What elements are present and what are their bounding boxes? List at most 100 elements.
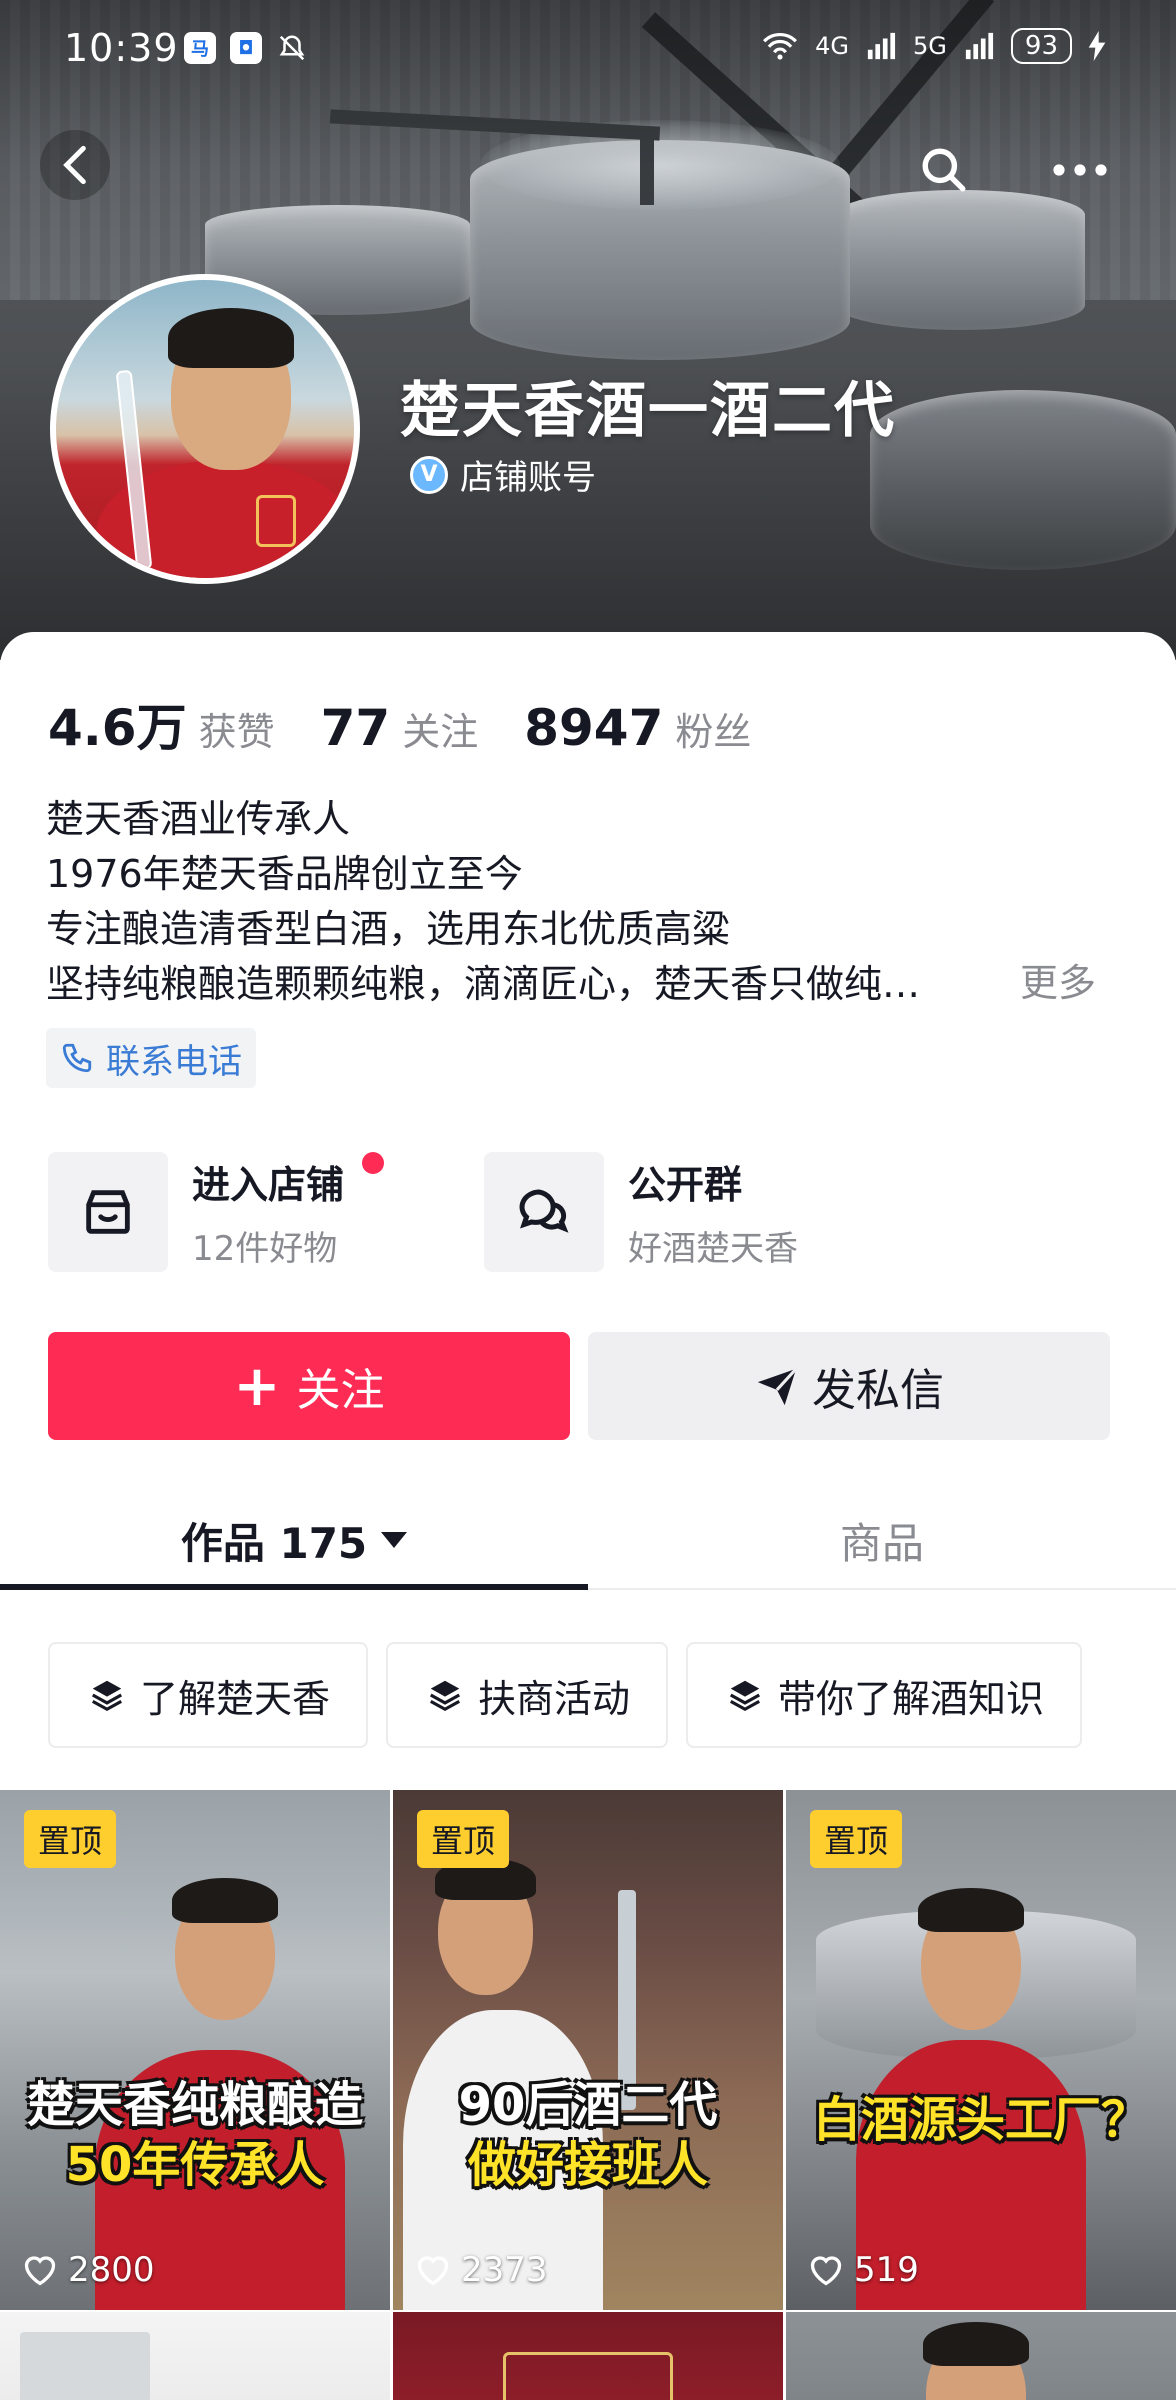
verify-row: V 店铺账号 bbox=[410, 450, 596, 499]
stat-number: 77 bbox=[320, 699, 391, 757]
bio-line: 楚天香酒业传承人 bbox=[46, 797, 351, 841]
contact-label: 联系电话 bbox=[106, 1041, 242, 1082]
video-caption: 做好接班人 bbox=[467, 2137, 708, 2193]
search-button[interactable] bbox=[912, 138, 976, 202]
heart-icon bbox=[24, 2256, 56, 2286]
follow-label: 关注 bbox=[296, 1365, 385, 1416]
video-tile[interactable] bbox=[393, 2312, 783, 2400]
message-button[interactable]: 发私信 bbox=[588, 1332, 1110, 1440]
like-count: 2800 bbox=[22, 2250, 155, 2290]
video-caption: 楚天香纯粮酿造 bbox=[26, 2077, 363, 2133]
bio-line: 1976年楚天香品牌创立至今 bbox=[46, 852, 523, 896]
content-tabs: 作品 175 商品 bbox=[0, 1492, 1176, 1590]
layers-icon bbox=[730, 1680, 761, 1712]
status-bar: 10:39 马 ◘ 4G 5G 93 bbox=[0, 0, 1176, 96]
tab-goods-label: 商品 bbox=[839, 1518, 924, 1568]
pinned-badge: 置顶 bbox=[810, 1810, 903, 1868]
video-tile[interactable] bbox=[786, 2312, 1176, 2400]
like-count: 519 bbox=[808, 2250, 919, 2290]
stat-number: 8947 bbox=[524, 699, 664, 757]
collection-chip[interactable]: 带你了解酒知识 bbox=[686, 1642, 1083, 1748]
stat-number: 4.6万 bbox=[48, 699, 187, 757]
profile-name: 楚天香酒一酒二代 bbox=[400, 376, 896, 446]
stat-following[interactable]: 77 关注 bbox=[321, 699, 479, 757]
bio-line: 专注酿造清香型白酒，选用东北优质高粱 bbox=[46, 907, 731, 951]
heart-icon bbox=[810, 2256, 842, 2286]
chip-label: 扶商活动 bbox=[478, 1676, 631, 1721]
avatar[interactable] bbox=[50, 274, 360, 584]
stats-row: 4.6万 获赞 77 关注 8947 粉丝 bbox=[48, 688, 797, 760]
video-caption: 50年传承人 bbox=[65, 2137, 325, 2193]
like-count: 2373 bbox=[415, 2250, 548, 2290]
chevron-left-icon bbox=[63, 145, 86, 185]
video-tile[interactable] bbox=[0, 2312, 390, 2400]
like-number: 519 bbox=[854, 2250, 919, 2290]
public-group-entry[interactable]: 公开群 好酒楚天香 bbox=[484, 1152, 798, 1272]
video-tile[interactable]: 置顶 90后酒二代 做好接班人 2373 bbox=[393, 1790, 783, 2310]
signal-icon bbox=[965, 32, 993, 60]
send-icon bbox=[757, 1367, 798, 1406]
store-title: 进入店铺 bbox=[192, 1163, 345, 1207]
group-title: 公开群 bbox=[628, 1163, 743, 1207]
layers-icon bbox=[91, 1680, 123, 1712]
pinned-badge: 置顶 bbox=[417, 1810, 510, 1868]
charging-icon bbox=[1088, 31, 1106, 61]
status-left-icons: 马 ◘ bbox=[184, 32, 308, 64]
verified-badge-icon: V bbox=[410, 455, 448, 494]
collection-chip[interactable]: 扶商活动 bbox=[386, 1642, 669, 1748]
chip-label: 了解楚天香 bbox=[140, 1676, 331, 1721]
like-number: 2800 bbox=[68, 2250, 155, 2290]
more-dots-icon bbox=[1053, 164, 1107, 176]
search-icon bbox=[922, 148, 966, 192]
verify-label: 店铺账号 bbox=[460, 458, 596, 498]
status-right-icons: 4G 5G 93 bbox=[761, 28, 1106, 64]
profile-card: 4.6万 获赞 77 关注 8947 粉丝 楚天香酒业传承人 1976年楚天香品… bbox=[0, 632, 1176, 2400]
battery-level: 93 bbox=[1010, 28, 1072, 64]
bio-line: 坚持纯粮酿造颗颗纯粮，滴滴匠心，楚天香只做纯… bbox=[46, 962, 921, 1006]
collection-chips: 了解楚天香 扶商活动 带你了解酒知识 bbox=[48, 1642, 1083, 1748]
active-tab-indicator bbox=[0, 1584, 588, 1590]
back-button[interactable] bbox=[40, 130, 110, 200]
phone-icon bbox=[62, 1043, 92, 1073]
enter-store-entry[interactable]: 进入店铺 12件好物 bbox=[48, 1152, 384, 1272]
app-badge-icon: 马 bbox=[184, 32, 216, 64]
tab-works[interactable]: 作品 175 bbox=[0, 1492, 588, 1588]
signal-icon bbox=[867, 32, 896, 60]
pinned-badge: 置顶 bbox=[24, 1810, 117, 1868]
network-label-2: 5G bbox=[913, 32, 947, 60]
store-icon bbox=[48, 1152, 168, 1272]
layers-icon bbox=[429, 1680, 461, 1712]
message-label: 发私信 bbox=[812, 1365, 944, 1416]
chat-bubbles-icon bbox=[484, 1152, 604, 1272]
wifi-icon bbox=[763, 33, 798, 60]
stat-label: 获赞 bbox=[198, 710, 275, 754]
video-tile[interactable]: 置顶 白酒源头工厂？ 519 bbox=[786, 1790, 1176, 2310]
status-time: 10:39 bbox=[64, 26, 179, 70]
stat-followers[interactable]: 8947 粉丝 bbox=[524, 699, 751, 757]
store-subtitle: 12件好物 bbox=[192, 1229, 338, 1269]
follow-button[interactable]: + 关注 bbox=[48, 1332, 570, 1440]
video-caption: 白酒源头工厂？ bbox=[812, 2092, 1149, 2148]
plus-icon: + bbox=[233, 1353, 281, 1419]
collection-chip[interactable]: 了解楚天香 bbox=[48, 1642, 369, 1748]
tab-goods[interactable]: 商品 bbox=[588, 1492, 1176, 1588]
bio: 楚天香酒业传承人 1976年楚天香品牌创立至今 专注酿造清香型白酒，选用东北优质… bbox=[46, 792, 1146, 1012]
contact-phone-button[interactable]: 联系电话 bbox=[46, 1028, 256, 1088]
more-button[interactable] bbox=[1040, 138, 1120, 202]
mute-bell-icon bbox=[276, 32, 308, 64]
tab-works-label: 作品 175 bbox=[180, 1518, 368, 1568]
caret-down-icon bbox=[381, 1532, 408, 1548]
like-number: 2373 bbox=[461, 2250, 548, 2290]
stat-likes[interactable]: 4.6万 获赞 bbox=[48, 688, 275, 760]
video-tile[interactable]: 置顶 楚天香纯粮酿造 50年传承人 2800 bbox=[0, 1790, 390, 2310]
notification-dot bbox=[362, 1152, 384, 1174]
heart-icon bbox=[417, 2256, 449, 2286]
bio-more-link[interactable]: 更多 bbox=[1020, 952, 1096, 1007]
stat-label: 粉丝 bbox=[675, 710, 752, 754]
network-label-1: 4G bbox=[815, 32, 850, 60]
video-caption: 90后酒二代 bbox=[458, 2077, 718, 2133]
app-square-icon: ◘ bbox=[230, 32, 262, 64]
group-subtitle: 好酒楚天香 bbox=[628, 1229, 798, 1269]
stat-label: 关注 bbox=[402, 710, 479, 754]
chip-label: 带你了解酒知识 bbox=[778, 1676, 1045, 1721]
